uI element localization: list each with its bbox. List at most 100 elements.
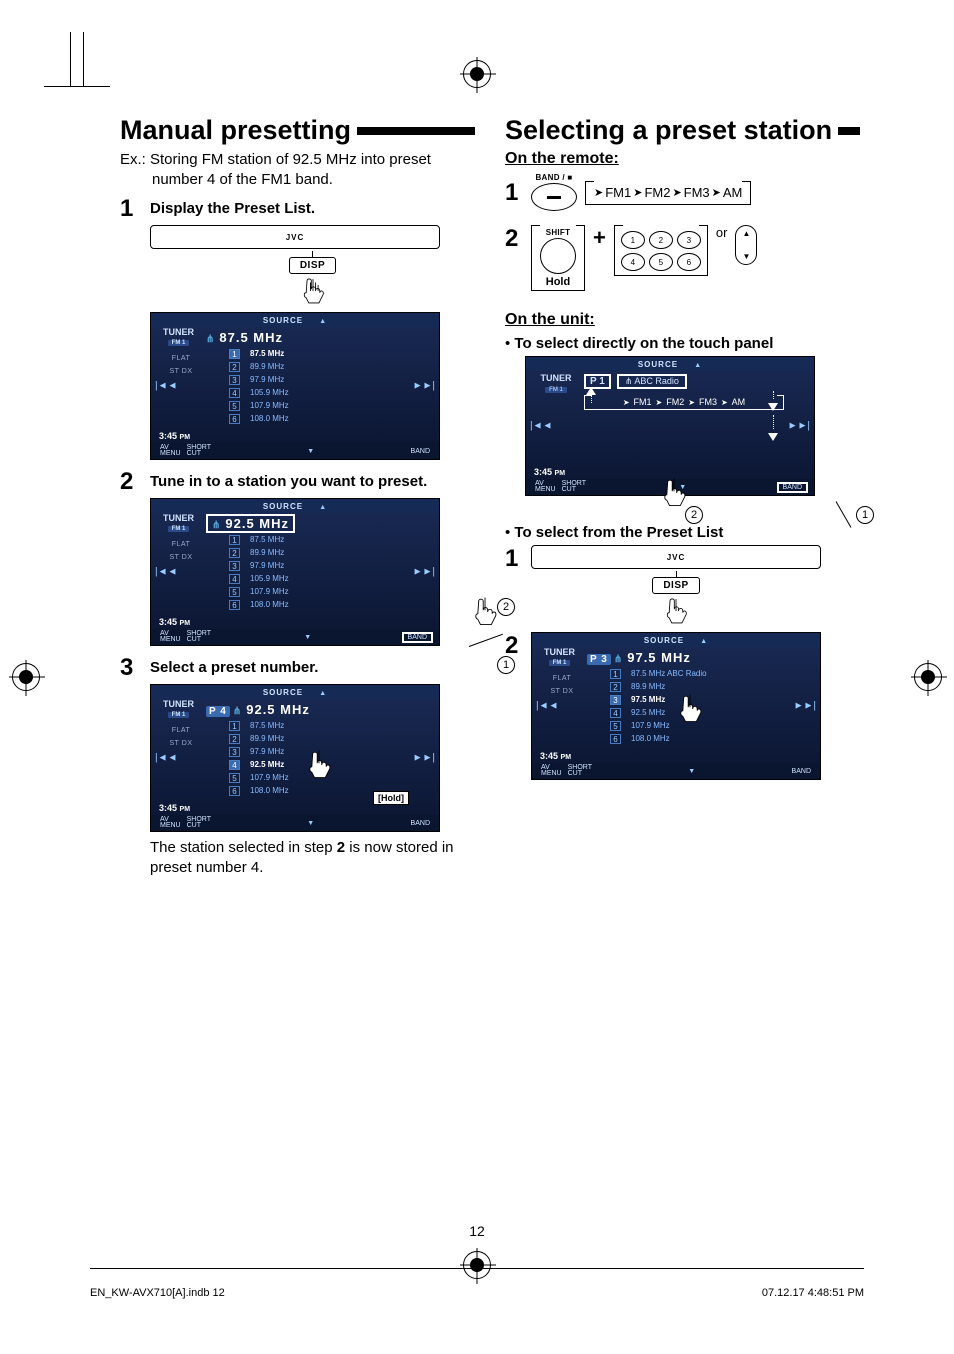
preset-number: 3: [229, 561, 240, 571]
band-button-highlight[interactable]: BAND: [777, 482, 808, 493]
preset-row[interactable]: 5107.9 MHz: [229, 585, 411, 598]
av-menu-label: AV MENU: [157, 445, 184, 458]
hold-tag: [Hold]: [373, 791, 409, 805]
station-name-box[interactable]: ⋔ ABC Radio: [617, 374, 687, 389]
band-cycle: ➤FM1➤FM2➤FM3➤AM: [585, 181, 751, 205]
left-column: Manual presetting Ex.: Storing FM statio…: [120, 115, 475, 889]
next-icon: ►►|: [413, 381, 435, 392]
hand-icon: [301, 747, 337, 783]
band-cycle-panel: ➤ FM1 ➤ FM2 ➤ FM3 ➤ AM: [584, 395, 784, 410]
preset-row[interactable]: 3 97.9 MHz: [229, 559, 411, 572]
step-2-title: Tune in to a station you want to preset.: [150, 470, 427, 494]
preset-row[interactable]: 6 108.0 MHz: [610, 732, 792, 745]
screen-panel-select-list: SOURCE TUNER FM 1 P 3⋔97.5 MHz FLAT ST D…: [531, 632, 821, 780]
up-down-button[interactable]: ▲▼: [735, 225, 757, 265]
current-frequency: 92.5 MHz: [246, 702, 310, 717]
step-2: 2 Tune in to a station you want to prese…: [120, 470, 475, 494]
preset-number: 2: [610, 682, 621, 692]
example-text: Ex.: Storing FM station of 92.5 MHz into…: [120, 150, 475, 189]
preset-row[interactable]: 187.5 MHz: [229, 719, 411, 732]
band-option: FM2: [644, 185, 670, 200]
preset-row[interactable]: 5107.9 MHz: [229, 399, 411, 412]
numpad-key-1[interactable]: 1: [621, 231, 645, 249]
preset-number: 2: [229, 362, 240, 372]
list-step-1-number: 1: [505, 545, 523, 573]
current-frequency: 97.5 MHz: [627, 650, 691, 665]
preset-row[interactable]: 289.9 MHz: [229, 732, 411, 745]
direct-touch-bullet: • To select directly on the touch panel: [505, 335, 860, 352]
preset-row[interactable]: 3 97.9 MHz: [229, 373, 411, 386]
shift-label: SHIFT: [540, 229, 576, 237]
numpad-key-3[interactable]: 3: [677, 231, 701, 249]
arrow-icon: ➤: [633, 186, 642, 199]
preset-row[interactable]: 187.5 MHz: [229, 347, 411, 360]
preset-row[interactable]: 187.5 MHz: [229, 533, 411, 546]
preset-number: 3: [229, 375, 240, 385]
screen-panel-direct: SOURCE TUNER FM 1 P 1 ⋔ ABC Radio: [525, 356, 815, 496]
arrow-icon: ➤: [688, 398, 695, 407]
numpad-key-2[interactable]: 2: [649, 231, 673, 249]
disp-button[interactable]: DISP: [652, 577, 699, 594]
antenna-icon: ⋔: [212, 520, 221, 531]
band-button-highlight[interactable]: BAND: [402, 632, 433, 643]
disp-press: DISP: [531, 571, 821, 628]
band-option: FM3: [699, 397, 717, 407]
preset-frequency: 107.9 MHz: [625, 721, 792, 730]
heading-rule: [838, 127, 860, 135]
disp-button[interactable]: DISP: [289, 257, 336, 274]
preset-badge: P 3: [587, 654, 611, 665]
band-button[interactable]: [531, 183, 577, 211]
preset-number: 5: [610, 721, 621, 731]
step-3: 3 Select a preset number.: [120, 656, 475, 680]
disp-press: DISP: [150, 251, 475, 308]
heading-manual-presetting: Manual presetting: [120, 115, 475, 146]
step-3-number: 3: [120, 656, 140, 680]
numpad-key-4[interactable]: 4: [621, 253, 645, 271]
arrow-icon: ➤: [672, 186, 681, 199]
preset-number: 6: [229, 414, 240, 424]
preset-frequency: 97.9 MHz: [244, 561, 411, 570]
heading-rule: [357, 127, 475, 135]
preset-frequency: 89.9 MHz: [244, 734, 411, 743]
preset-frequency: 97.9 MHz: [244, 375, 411, 384]
page-number: 12: [469, 1223, 485, 1239]
antenna-icon: ⋔: [233, 706, 242, 717]
preset-number: 3: [229, 747, 240, 757]
shift-button[interactable]: [540, 238, 576, 274]
preset-frequency: 89.9 MHz: [244, 548, 411, 557]
preset-number: 1: [610, 669, 621, 679]
brand-logo: JVC: [667, 553, 686, 562]
preset-row[interactable]: 6108.0 MHz: [229, 598, 411, 611]
antenna-icon: ⋔: [206, 334, 215, 345]
preset-row[interactable]: 289.9 MHz: [229, 360, 411, 373]
callout-2: 2: [685, 506, 703, 524]
or-label: or: [716, 225, 728, 240]
band-label: BAND: [408, 448, 433, 455]
registration-mark-left: [12, 663, 40, 691]
preset-row[interactable]: 289.9 MHz: [229, 546, 411, 559]
preset-frequency: 87.5 MHz: [244, 535, 411, 544]
preset-row[interactable]: 4 105.9 MHz: [229, 572, 411, 585]
preset-row[interactable]: 6108.0 MHz: [229, 412, 411, 425]
preset-row[interactable]: 4105.9 MHz: [229, 386, 411, 399]
preset-number: 6: [610, 734, 621, 744]
top-icon-bar: JVC: [150, 225, 440, 249]
preset-frequency: 108.0 MHz: [625, 734, 792, 743]
preset-frequency: 92.5 MHz: [625, 708, 792, 717]
arrow-icon: ➤: [721, 398, 728, 407]
footer-timestamp: 07.12.17 4:48:51 PM: [762, 1287, 864, 1299]
page-content: Manual presetting Ex.: Storing FM statio…: [120, 115, 860, 889]
preset-badge: P 4: [206, 706, 230, 717]
preset-number: 5: [229, 773, 240, 783]
heading-text: Selecting a preset station: [505, 115, 832, 146]
preset-number: 4: [229, 574, 240, 584]
remote-step-2: 2 SHIFT Hold + 123456 or ▲▼: [505, 225, 860, 291]
heading-selecting-preset: Selecting a preset station: [505, 115, 860, 146]
preset-frequency: 105.9 MHz: [244, 574, 411, 583]
preset-number: 3: [610, 695, 621, 705]
numpad-key-6[interactable]: 6: [677, 253, 701, 271]
band-option: AM: [732, 397, 746, 407]
numpad-key-5[interactable]: 5: [649, 253, 673, 271]
preset-number: 5: [229, 401, 240, 411]
preset-row[interactable]: 187.5 MHz ABC Radio: [610, 667, 792, 680]
